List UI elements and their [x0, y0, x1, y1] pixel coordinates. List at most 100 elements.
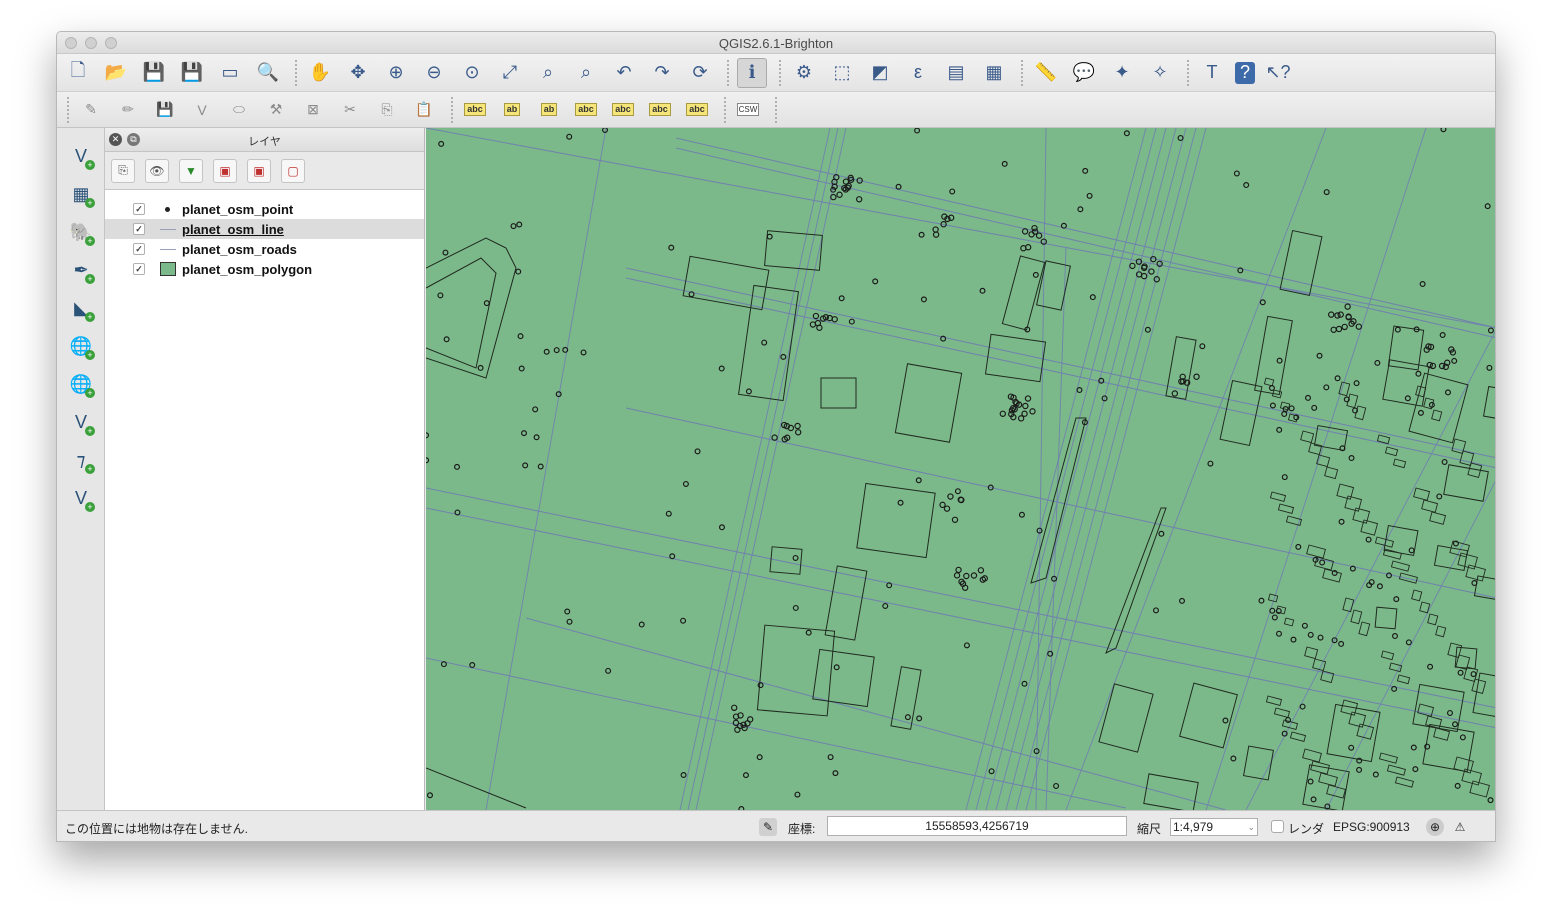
- layer-visibility-checkbox[interactable]: ✓: [133, 223, 145, 235]
- add-vector-layer-icon[interactable]: V +: [67, 142, 95, 170]
- open-project-icon[interactable]: 📂: [101, 58, 131, 88]
- new-bookmark-icon[interactable]: ✦: [1107, 58, 1137, 88]
- projection-icon[interactable]: ⊕: [1426, 818, 1444, 836]
- toolbar-grip[interactable]: [779, 59, 785, 86]
- zoom-out-icon[interactable]: ⊖: [419, 58, 449, 88]
- toolbar-grip[interactable]: [1021, 59, 1027, 86]
- current-edits-icon[interactable]: ✎: [77, 97, 105, 123]
- pin-label-icon[interactable]: ab: [535, 97, 563, 123]
- layer-name: planet_osm_polygon: [182, 261, 313, 277]
- layer-item-planet_osm_point[interactable]: ✓ planet_osm_point: [105, 199, 424, 219]
- add-feature-icon[interactable]: V: [188, 97, 216, 123]
- add-spatialite-layer-icon[interactable]: ✒ +: [67, 256, 95, 284]
- poi-point: [1310, 796, 1317, 803]
- map-tips-icon[interactable]: 💬: [1069, 58, 1099, 88]
- new-project-icon[interactable]: 🗋: [63, 58, 93, 88]
- remove-layer-icon[interactable]: ▢: [281, 158, 305, 183]
- add-group-icon[interactable]: ⎘: [111, 158, 135, 183]
- scale-combobox[interactable]: 1:4,979 ⌄: [1170, 818, 1258, 836]
- add-wms-layer-icon[interactable]: 🌐 +: [67, 332, 95, 360]
- statistics-icon[interactable]: ▦: [979, 58, 1009, 88]
- save-project-icon[interactable]: 💾: [139, 58, 169, 88]
- zoom-to-selection-icon[interactable]: ⌕: [533, 58, 563, 88]
- add-delimited-text-icon[interactable]: ⁊ +: [67, 446, 95, 474]
- copy-features-icon[interactable]: ⎘: [373, 97, 401, 123]
- coordinate-field[interactable]: 15558593,4256719: [827, 816, 1127, 836]
- move-feature-icon[interactable]: ⬭: [225, 97, 253, 123]
- show-hide-labels-glyph: abc: [575, 103, 597, 116]
- road-line: [695, 128, 847, 810]
- layer-item-planet_osm_roads[interactable]: ✓ planet_osm_roads: [105, 239, 424, 259]
- identify-icon[interactable]: ℹ: [737, 57, 767, 88]
- poi-point: [780, 353, 787, 360]
- poi-point: [963, 572, 970, 580]
- composer-manager-icon[interactable]: 🔍: [253, 58, 283, 88]
- show-bookmarks-icon[interactable]: ✧: [1145, 58, 1175, 88]
- add-postgis-layer-icon[interactable]: 🐘 +: [67, 218, 95, 246]
- collapse-all-icon[interactable]: ▣: [247, 158, 271, 183]
- toolbar-grip[interactable]: [67, 96, 73, 123]
- pan-icon[interactable]: ✋: [305, 58, 335, 88]
- attribute-table-icon[interactable]: ▤: [941, 58, 971, 88]
- toolbar-grip[interactable]: [295, 59, 301, 86]
- manage-visibility-icon[interactable]: 👁: [145, 158, 169, 183]
- toolbar-grip[interactable]: [451, 96, 457, 123]
- move-label-icon[interactable]: abc: [609, 97, 637, 123]
- change-label-icon[interactable]: abc: [683, 97, 711, 123]
- zoom-last-icon[interactable]: ↶: [609, 58, 639, 88]
- measure-icon[interactable]: 📏: [1031, 58, 1061, 88]
- add-mssql-layer-icon[interactable]: ◣ +: [67, 294, 95, 322]
- add-wcs-layer-icon[interactable]: 🌐 +: [67, 370, 95, 398]
- zoom-actual-size-icon[interactable]: ⊙: [457, 58, 487, 88]
- add-wfs-layer-icon[interactable]: V +: [67, 408, 95, 436]
- layer-visibility-checkbox[interactable]: ✓: [133, 243, 145, 255]
- zoom-to-layer-icon[interactable]: ⌕: [571, 58, 601, 88]
- delete-selected-icon[interactable]: ⊠: [299, 97, 327, 123]
- crs-status[interactable]: EPSG:900913: [1333, 820, 1410, 834]
- whats-this-icon[interactable]: ↖?: [1263, 58, 1293, 88]
- poi-point: [1018, 511, 1025, 518]
- toolbar-grip[interactable]: [775, 96, 781, 123]
- refresh-icon[interactable]: ⟳: [685, 58, 715, 88]
- rotate-label-icon[interactable]: abc: [646, 97, 674, 123]
- zoom-in-icon[interactable]: ⊕: [381, 58, 411, 88]
- show-hide-labels-icon[interactable]: abc: [572, 97, 600, 123]
- layer-labeling-icon[interactable]: ab: [498, 97, 526, 123]
- help-icon[interactable]: ?: [1235, 61, 1255, 84]
- text-annotation-icon[interactable]: T: [1197, 58, 1227, 88]
- layer-visibility-checkbox[interactable]: ✓: [133, 263, 145, 275]
- pan-to-selection-icon[interactable]: ✥: [343, 58, 373, 88]
- save-as-icon[interactable]: 💾: [177, 58, 207, 88]
- layer-item-planet_osm_polygon[interactable]: ✓ planet_osm_polygon: [105, 259, 424, 279]
- action-icon[interactable]: ⚙: [789, 58, 819, 88]
- toolbar-grip[interactable]: [1187, 59, 1193, 86]
- toggle-editing-icon[interactable]: ✏: [114, 97, 142, 123]
- label-icon[interactable]: abc: [461, 97, 489, 123]
- poi-point: [1276, 426, 1283, 433]
- map-canvas[interactable]: [426, 128, 1495, 810]
- warning-icon[interactable]: ⚠: [1451, 818, 1469, 836]
- add-raster-layer-icon[interactable]: ▦ +: [67, 180, 95, 208]
- cut-features-icon[interactable]: ✂: [336, 97, 364, 123]
- coordinate-toggle-icon[interactable]: ✎: [759, 818, 777, 836]
- field-calculator-icon[interactable]: ε: [903, 58, 933, 88]
- node-tool-icon[interactable]: ⚒: [262, 97, 290, 123]
- layer-visibility-checkbox[interactable]: ✓: [133, 203, 145, 215]
- select-features-icon[interactable]: ⬚: [827, 58, 857, 88]
- poi-point: [1158, 530, 1165, 537]
- plus-badge-icon: +: [85, 502, 95, 512]
- render-checkbox[interactable]: [1271, 820, 1284, 833]
- csw-icon[interactable]: CSW: [734, 97, 762, 123]
- new-print-composer-icon[interactable]: ▭: [215, 58, 245, 88]
- toolbar-grip[interactable]: [727, 59, 733, 86]
- paste-features-icon[interactable]: 📋: [410, 97, 438, 123]
- expand-all-icon[interactable]: ▣: [213, 158, 237, 183]
- toolbar-grip[interactable]: [724, 96, 730, 123]
- zoom-next-icon[interactable]: ↷: [647, 58, 677, 88]
- deselect-icon[interactable]: ◩: [865, 58, 895, 88]
- save-edits-icon[interactable]: 💾: [151, 97, 179, 123]
- filter-legend-icon[interactable]: ▼: [179, 158, 203, 183]
- new-shapefile-icon[interactable]: V +: [67, 484, 95, 512]
- zoom-full-icon[interactable]: ⤢: [495, 58, 525, 88]
- layer-item-planet_osm_line[interactable]: ✓ planet_osm_line: [105, 219, 424, 239]
